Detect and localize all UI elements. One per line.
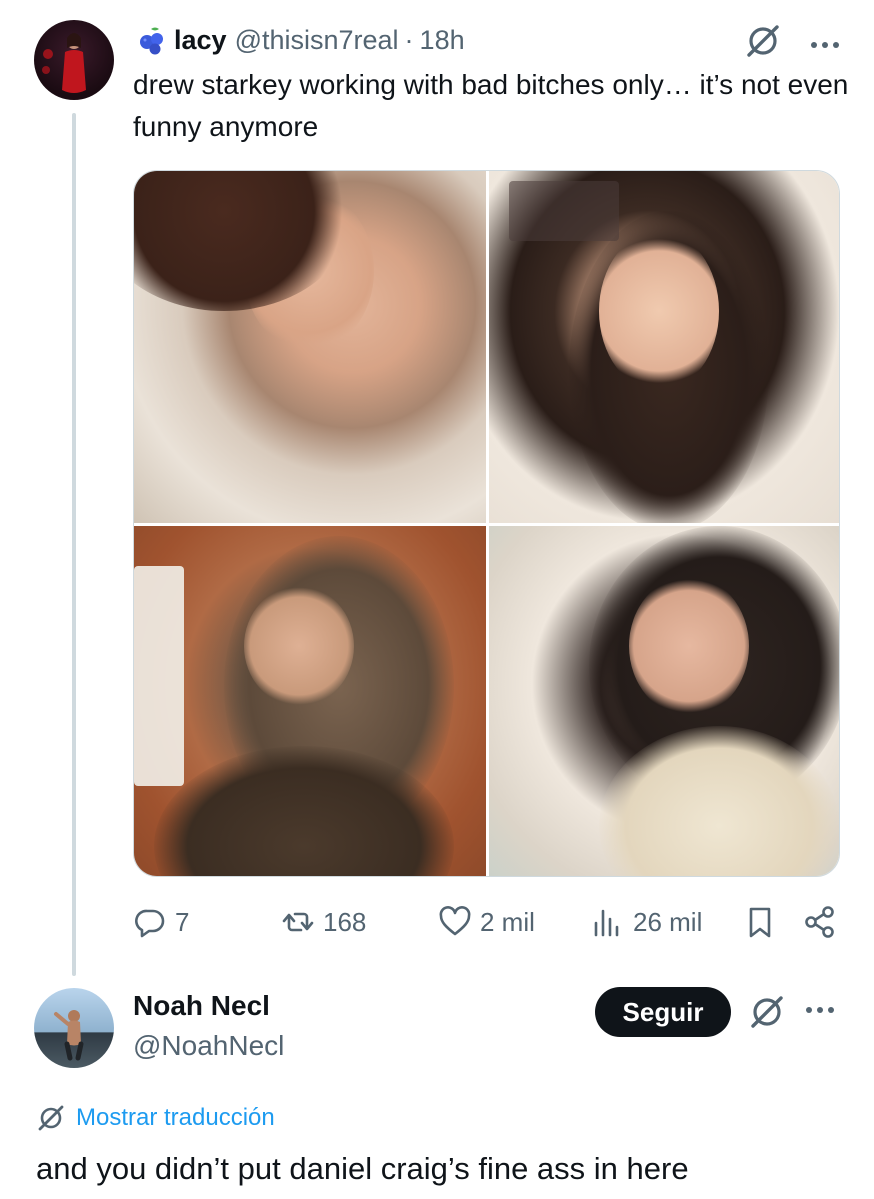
avatar-figure-icon <box>42 33 86 93</box>
thread-line <box>72 113 76 976</box>
views-chart-icon <box>594 909 619 937</box>
author-avatar[interactable] <box>34 20 114 100</box>
bookmark-icon <box>749 907 771 938</box>
blueberries-icon <box>136 24 168 56</box>
views-button[interactable]: 26 mil <box>591 905 702 939</box>
views-count: 26 mil <box>633 906 703 937</box>
reply-text: and you didn’t put daniel craig’s fine a… <box>36 1151 689 1186</box>
share-button[interactable] <box>803 905 837 939</box>
reply-author-name[interactable]: Noah Necl <box>133 986 284 1026</box>
show-translation-link[interactable]: Mostrar traducción <box>36 1103 275 1133</box>
photo-woman-with-glasses[interactable] <box>134 526 486 876</box>
repost-button[interactable]: 168 <box>281 905 366 939</box>
photo-woman-in-lace-top[interactable] <box>489 526 839 876</box>
tweet-header: lacy @thisisn7real · 18h <box>136 20 465 60</box>
reply-icon <box>135 909 165 938</box>
reply-header: Noah Necl @NoahNecl <box>133 986 284 1066</box>
grok-icon <box>38 1105 64 1131</box>
like-count: 2 mil <box>480 906 535 937</box>
media-grid <box>133 170 840 877</box>
grok-icon[interactable] <box>744 22 782 60</box>
photo-woman-in-bed[interactable] <box>134 171 486 523</box>
tweet-time[interactable]: 18h <box>420 25 465 56</box>
more-options-icon[interactable] <box>810 26 840 56</box>
bookmark-button[interactable] <box>743 905 777 939</box>
separator-dot: · <box>404 24 414 55</box>
reply-author-avatar[interactable] <box>34 988 114 1068</box>
tweet-top-actions <box>744 22 840 60</box>
photo-woman-with-long-dark-hair[interactable] <box>489 171 839 523</box>
reply-author-handle[interactable]: @NoahNecl <box>133 1026 284 1066</box>
show-translation-label: Mostrar traducción <box>76 1104 275 1131</box>
author-handle[interactable]: @thisisn7real <box>235 25 399 56</box>
tweet-text: drew starkey working with bad bitches on… <box>133 69 849 142</box>
more-options-icon[interactable] <box>805 993 835 1032</box>
tweet-actions-bar: 7 168 2 mil 26 mil <box>133 896 840 948</box>
repost-icon <box>282 912 314 932</box>
reply-button[interactable]: 7 <box>133 905 189 939</box>
author-name[interactable]: lacy <box>174 25 227 56</box>
like-button[interactable]: 2 mil <box>438 905 535 939</box>
reply-count: 7 <box>175 906 190 937</box>
heart-icon <box>439 906 471 936</box>
repost-count: 168 <box>323 906 367 937</box>
share-icon <box>805 906 834 938</box>
grok-icon[interactable] <box>748 993 786 1036</box>
avatar-beach-person-icon <box>54 1010 84 1061</box>
follow-button[interactable]: Seguir <box>595 987 731 1037</box>
